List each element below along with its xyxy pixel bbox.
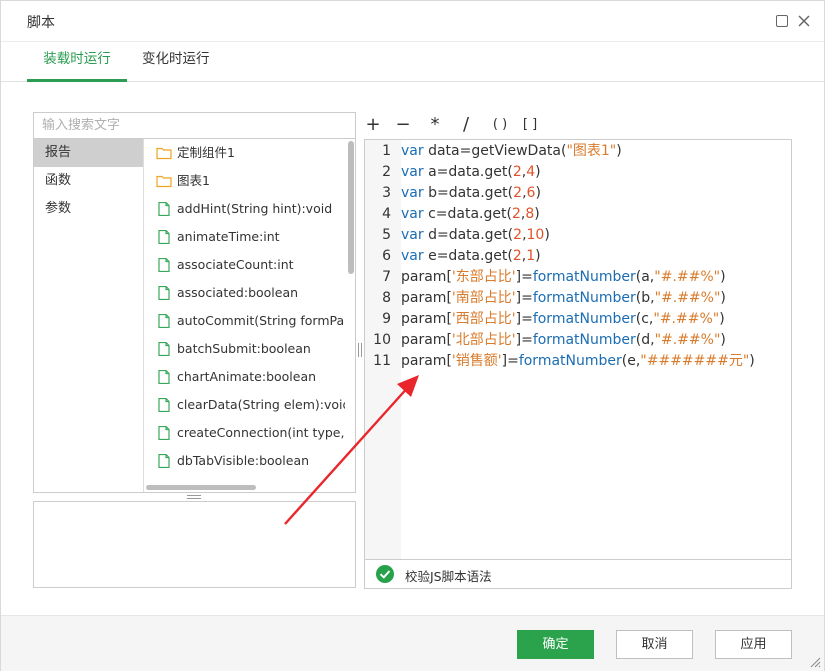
tab-bar: 装载时运行 变化时运行 (1, 42, 824, 82)
list-item-label: animateTime:int (177, 229, 280, 244)
line-number: 4 (382, 206, 391, 222)
code-line[interactable]: param['东部占比']=formatNumber(a,"#.##%") (401, 267, 726, 288)
code-line[interactable]: var e=data.get(2,1) (401, 246, 541, 267)
list-item[interactable]: associated:boolean (145, 279, 345, 307)
code-line[interactable]: var c=data.get(2,8) (401, 204, 540, 225)
document-icon (158, 286, 170, 300)
document-icon (158, 230, 170, 244)
ok-button[interactable]: 确定 (517, 630, 594, 659)
line-number: 6 (382, 248, 391, 264)
item-list: 定制组件1 图表1 addHint(String hint):void anim… (145, 139, 345, 483)
code-line[interactable]: param['西部占比']=formatNumber(c,"#.##%") (401, 309, 725, 330)
folder-icon (156, 147, 172, 160)
item-list-horizontal-scrollbar[interactable] (145, 483, 345, 492)
list-item-label: createConnection(int type,Str (177, 425, 345, 440)
list-item[interactable]: batchSubmit:boolean (145, 335, 345, 363)
document-icon (158, 342, 170, 356)
tab-on-change[interactable]: 变化时运行 (142, 42, 210, 82)
line-number: 2 (382, 164, 391, 180)
line-number: 9 (382, 311, 391, 327)
resource-tree: 报告 函数 参数 定制组件1 图表1 addHint(String hint):… (33, 139, 356, 493)
list-item-label: chartAnimate:boolean (177, 369, 317, 384)
code-line[interactable]: var a=data.get(2,4) (401, 162, 541, 183)
list-item[interactable]: dbTabVisible:boolean (145, 447, 345, 475)
code-line[interactable]: var b=data.get(2,6) (401, 183, 541, 204)
list-item-label: batchSubmit:boolean (177, 341, 311, 356)
list-item[interactable]: chartAnimate:boolean (145, 363, 345, 391)
category-functions[interactable]: 函数 (34, 167, 143, 195)
line-number: 10 (373, 332, 391, 348)
validate-bar: 校验JS脚本语法 (365, 559, 791, 588)
line-number-gutter: 1 2 3 4 5 6 7 8 9 10 11 (365, 140, 401, 559)
list-item[interactable]: associateCount:int (145, 251, 345, 279)
document-icon (158, 398, 170, 412)
list-item[interactable]: clearData(String elem):void (145, 391, 345, 419)
plus-operator-button[interactable]: + (363, 113, 383, 137)
line-number: 1 (382, 143, 391, 159)
list-item[interactable]: createConnection(int type,Str (145, 419, 345, 447)
horizontal-splitter-handle[interactable] (187, 495, 201, 499)
line-number: 3 (382, 185, 391, 201)
search-input[interactable] (34, 113, 355, 138)
list-item-label: autoCommit(String formParm (177, 313, 345, 328)
list-item-label: 图表1 (177, 173, 210, 188)
code-line[interactable]: param['销售额']=formatNumber(e,"#######元") (401, 351, 755, 372)
document-icon (158, 426, 170, 440)
dialog-title: 脚本 (27, 15, 55, 31)
code-line[interactable]: param['南部占比']=formatNumber(b,"#.##%") (401, 288, 726, 309)
code-line[interactable]: param['北部占比']=formatNumber(d,"#.##%") (401, 330, 726, 351)
code-line[interactable]: var data=getViewData("图表1") (401, 141, 622, 162)
cancel-button[interactable]: 取消 (616, 630, 693, 659)
title-bar: 脚本 (1, 1, 824, 42)
minus-operator-button[interactable]: − (393, 113, 413, 137)
divide-operator-button[interactable]: / (456, 113, 476, 137)
line-number: 11 (373, 353, 391, 369)
list-item[interactable]: addHint(String hint):void (145, 195, 345, 223)
vertical-splitter-handle[interactable] (358, 343, 362, 357)
list-item-label: 定制组件1 (177, 145, 235, 160)
document-icon (158, 454, 170, 468)
list-item-label: associated:boolean (177, 285, 299, 300)
search-box (33, 112, 356, 139)
document-icon (158, 314, 170, 328)
list-item[interactable]: autoCommit(String formParm (145, 307, 345, 335)
category-list: 报告 函数 参数 (34, 139, 144, 492)
category-report[interactable]: 报告 (34, 139, 143, 167)
resize-grip-icon[interactable] (809, 656, 821, 668)
line-number: 8 (382, 290, 391, 306)
script-dialog: 脚本 装载时运行 变化时运行 报告 函数 参数 定制组件1 图表1 (0, 0, 825, 671)
document-icon (158, 258, 170, 272)
category-parameters[interactable]: 参数 (34, 195, 143, 223)
brackets-operator-button[interactable]: [ ] (517, 113, 543, 137)
tab-on-load[interactable]: 装载时运行 (27, 42, 127, 82)
list-item-label: addHint(String hint):void (177, 201, 333, 216)
description-panel (33, 501, 356, 588)
script-editor[interactable]: 1 2 3 4 5 6 7 8 9 10 11 var data=getViewData("图表1"… (364, 139, 792, 589)
document-icon (158, 202, 170, 216)
check-icon[interactable] (376, 565, 394, 583)
apply-button[interactable]: 应用 (715, 630, 792, 659)
list-item-label: associateCount:int (177, 257, 294, 272)
item-list-vertical-scrollbar[interactable] (347, 139, 355, 483)
line-number: 5 (382, 227, 391, 243)
list-item[interactable]: animateTime:int (145, 223, 345, 251)
list-item[interactable]: 图表1 (145, 167, 345, 195)
document-icon (158, 370, 170, 384)
list-item-label: dbTabVisible:boolean (177, 453, 310, 468)
list-item[interactable]: 定制组件1 (145, 139, 345, 167)
list-item-label: clearData(String elem):void (177, 397, 345, 412)
folder-icon (156, 175, 172, 188)
validate-syntax-label[interactable]: 校验JS脚本语法 (405, 566, 492, 585)
close-icon[interactable] (796, 13, 812, 29)
multiply-operator-button[interactable]: * (425, 113, 445, 137)
code-line[interactable]: var d=data.get(2,10) (401, 225, 550, 246)
line-number: 7 (382, 269, 391, 285)
dialog-footer: 确定 取消 应用 (1, 615, 824, 671)
maximize-icon[interactable] (774, 13, 790, 29)
parentheses-operator-button[interactable]: ( ) (484, 113, 516, 137)
